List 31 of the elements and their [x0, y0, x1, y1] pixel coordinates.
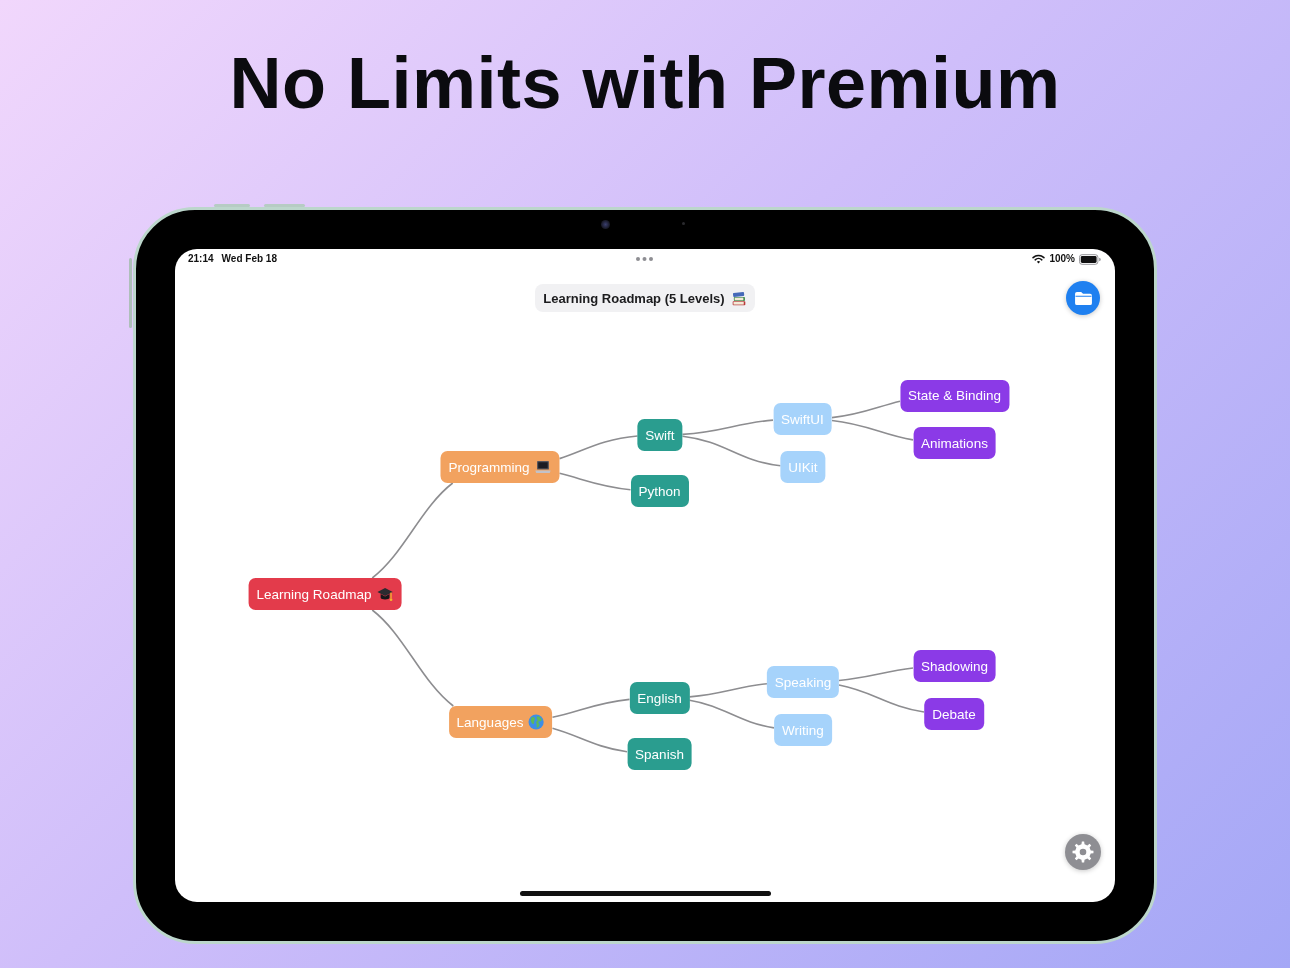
- mind-map-node[interactable]: Spanish: [627, 738, 692, 770]
- status-time: 21:14: [188, 253, 214, 265]
- globe-icon: [528, 714, 545, 730]
- sensor-dot-icon: [682, 222, 685, 225]
- mind-map-node[interactable]: Programming: [440, 451, 560, 483]
- battery-percent: 100%: [1049, 253, 1075, 265]
- folder-icon: [1073, 290, 1093, 306]
- laptop-icon: [534, 460, 552, 474]
- books-icon: [730, 290, 747, 306]
- wifi-icon: [1032, 254, 1046, 264]
- headline: No Limits with Premium: [229, 42, 1061, 125]
- map-title-button[interactable]: Learning Roadmap (5 Levels): [535, 284, 755, 312]
- settings-button[interactable]: [1065, 834, 1101, 870]
- mind-map-node[interactable]: Shadowing: [913, 650, 996, 682]
- status-date: Wed Feb 18: [221, 253, 277, 265]
- mind-map-node[interactable]: Languages: [448, 706, 553, 738]
- graduation-cap-icon: [376, 586, 394, 602]
- connector-line: [831, 400, 901, 419]
- battery-icon: [1079, 253, 1101, 265]
- mind-map-node[interactable]: Debate: [924, 698, 984, 730]
- mind-map-node[interactable]: Swift: [637, 419, 683, 451]
- hardware-key: [129, 258, 132, 328]
- settings-icon: [1072, 841, 1094, 863]
- mind-map-node[interactable]: Learning Roadmap: [248, 578, 402, 610]
- mind-map-node[interactable]: Python: [630, 475, 689, 507]
- mind-map-node[interactable]: English: [629, 682, 690, 714]
- mind-map-node[interactable]: Animations: [913, 427, 996, 459]
- mind-map-node[interactable]: State & Binding: [899, 379, 1010, 412]
- more-dots-icon[interactable]: [636, 257, 653, 261]
- folder-button[interactable]: [1066, 281, 1100, 315]
- front-camera-icon: [601, 220, 610, 229]
